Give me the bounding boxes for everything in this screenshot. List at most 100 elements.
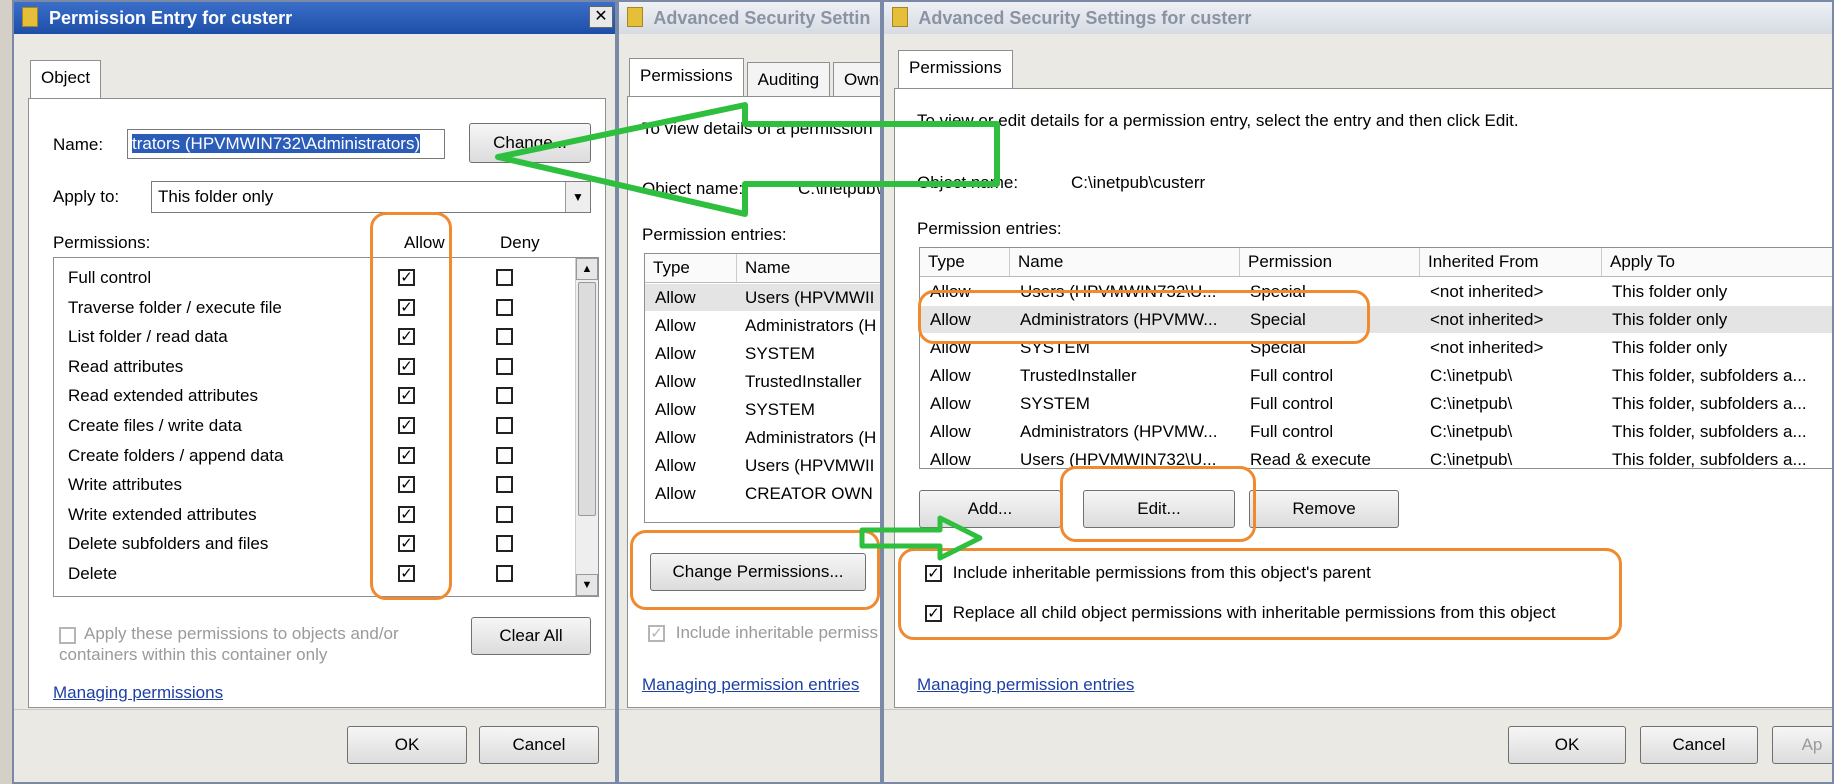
table-row[interactable]: Allow TrustedInstaller Full control C:\inet… — [920, 362, 1832, 389]
dialog2-footer — [619, 709, 880, 782]
col-type-header[interactable]: Type — [645, 254, 737, 282]
col-name-header[interactable]: Name — [737, 254, 880, 282]
entry-permission: Full control — [1250, 366, 1334, 385]
col-inherited-from-header[interactable]: Inherited From — [1420, 248, 1602, 276]
dialog3-object-name-label: Object name: — [917, 173, 1019, 192]
dialog2-object-name-label: Object name: — [642, 179, 744, 198]
table-row[interactable]: Allow Administrators (HPVMW... Full contro… — [920, 418, 1832, 445]
entry-name: TrustedInstaller — [1020, 366, 1137, 385]
permission-row[interactable]: Traverse folder / execute file ✓ — [54, 294, 598, 321]
col-name-header[interactable]: Name — [1010, 248, 1240, 276]
apply-to-select[interactable]: This folder only ▼ — [151, 181, 591, 213]
permission-row[interactable]: Delete subfolders and files ✓ — [54, 530, 598, 557]
permission-row[interactable]: Read attributes ✓ — [54, 353, 598, 380]
permission-label: Delete subfolders and files — [68, 534, 269, 554]
deny-checkbox[interactable] — [496, 505, 513, 523]
deny-checkbox[interactable] — [496, 535, 513, 553]
deny-checkbox[interactable] — [496, 565, 513, 582]
col-apply-to-header[interactable]: Apply To — [1602, 248, 1832, 276]
permission-row[interactable]: List folder / read data ✓ — [54, 323, 598, 350]
folder-icon — [627, 7, 643, 28]
ok-button[interactable]: OK — [347, 726, 467, 764]
change-button[interactable]: Change... — [469, 123, 591, 163]
permission-label: Full control — [68, 268, 152, 287]
add-button[interactable]: Add... — [919, 490, 1061, 528]
permissions-scrollbar[interactable]: ▲ ▼ — [575, 258, 598, 596]
col-permission-header[interactable]: Permission — [1240, 248, 1420, 276]
scroll-thumb[interactable] — [578, 282, 596, 516]
tab-auditing[interactable]: Auditing — [746, 62, 831, 97]
permission-row[interactable]: Create folders / append data ✓ — [54, 442, 598, 469]
entry-type: Allow — [655, 344, 696, 363]
deny-checkbox[interactable] — [496, 387, 513, 405]
dialog2-managing-permission-entries-link[interactable]: Managing permission entries — [642, 675, 859, 695]
scroll-up-icon[interactable]: ▲ — [576, 258, 598, 280]
entry-inherited-from: C:\inetpub\ — [1430, 366, 1513, 385]
deny-checkbox[interactable] — [496, 298, 513, 316]
entry-permission: Full control — [1250, 422, 1334, 441]
dialog2-info-text: To view details of a permission — [642, 119, 873, 138]
permission-row[interactable]: Delete ✓ — [54, 560, 598, 587]
dialog3-footer: OK Cancel Ap — [884, 709, 1832, 782]
deny-checkbox[interactable] — [496, 417, 513, 434]
name-field[interactable]: trators (HPVMWIN732\Administrators) — [127, 129, 445, 159]
managing-permission-entries-link[interactable]: Managing permission entries — [917, 675, 1134, 695]
permission-row[interactable]: Read extended attributes ✓ — [54, 382, 598, 409]
table-row[interactable]: Allow Administrators (H — [645, 312, 880, 339]
entry-type: Allow — [655, 316, 696, 335]
tab-object[interactable]: Object — [30, 60, 102, 101]
ok-button[interactable]: OK — [1508, 726, 1626, 764]
remove-button[interactable]: Remove — [1249, 490, 1399, 528]
col-type-header[interactable]: Type — [920, 248, 1010, 276]
entry-inherited-from: <not inherited> — [1430, 282, 1544, 301]
dialog2-titlebar[interactable]: Advanced Security Settin — [619, 2, 880, 34]
dropdown-arrow-icon[interactable]: ▼ — [565, 182, 590, 212]
permissions-list[interactable]: Full control ✓ Traverse folder / execute f… — [53, 257, 599, 597]
apply-button[interactable]: Ap — [1772, 726, 1832, 764]
deny-checkbox[interactable] — [496, 328, 513, 346]
table-row[interactable]: Allow CREATOR OWN — [645, 480, 880, 507]
table-row[interactable]: Allow SYSTEM — [645, 396, 880, 423]
dialog2-entries-label: Permission entries: — [642, 225, 787, 244]
folder-icon — [892, 7, 908, 28]
dialog2-permission-entries-list[interactable]: Type Name Allow Users (HPVMWII Allow Admini… — [644, 253, 880, 523]
table-row[interactable]: Allow Administrators (H — [645, 424, 880, 451]
dialog3-titlebar[interactable]: Advanced Security Settings for custerr — [884, 2, 1832, 34]
permission-row[interactable]: Write extended attributes ✓ — [54, 501, 598, 528]
scroll-down-icon[interactable]: ▼ — [576, 574, 598, 596]
clear-all-button[interactable]: Clear All — [471, 617, 591, 655]
table-row[interactable]: Allow Users (HPVMWII — [645, 284, 880, 311]
deny-checkbox[interactable] — [496, 446, 513, 464]
table-row[interactable]: Allow TrustedInstaller — [645, 368, 880, 395]
permission-label: Write attributes — [68, 475, 183, 495]
permission-label: Read extended attributes — [68, 386, 258, 406]
entry-name: Users (HPVMWII — [745, 288, 875, 307]
deny-checkbox[interactable] — [496, 476, 513, 494]
close-icon[interactable]: ✕ — [589, 6, 613, 28]
tab-permissions[interactable]: Permissions — [629, 58, 744, 99]
dialog1-title: Permission Entry for custerr — [49, 8, 293, 28]
entry-name: Administrators (H — [745, 316, 877, 335]
tab-permissions[interactable]: Permissions — [898, 50, 1013, 91]
permission-label: Traverse folder / execute file — [68, 297, 282, 317]
permission-row[interactable]: Create files / write data ✓ — [54, 412, 598, 439]
table-row[interactable]: Allow SYSTEM Full control C:\inetpub\ This f… — [920, 390, 1832, 417]
deny-checkbox[interactable] — [496, 269, 513, 286]
tab-owner[interactable]: Owner — [833, 62, 880, 97]
table-row[interactable]: Allow SYSTEM — [645, 340, 880, 367]
permission-row[interactable]: Full control ✓ — [54, 264, 598, 291]
entry-name: SYSTEM — [745, 400, 815, 419]
managing-permissions-link[interactable]: Managing permissions — [53, 683, 223, 703]
cancel-button[interactable]: Cancel — [1640, 726, 1758, 764]
permission-row[interactable]: Write attributes ✓ — [54, 471, 598, 498]
dialog2-title: Advanced Security Settin — [653, 8, 871, 28]
dialog3-permission-entries-list[interactable]: Type Name Permission Inherited From Appl… — [919, 247, 1832, 469]
entry-apply-to: This folder, subfolders a... — [1612, 450, 1807, 469]
entry-name: Administrators (H — [745, 428, 877, 447]
table-row[interactable]: Allow Users (HPVMWIN732\U... Read & execut… — [920, 446, 1832, 469]
dialog1-titlebar[interactable]: Permission Entry for custerr ✕ — [14, 2, 615, 34]
table-row[interactable]: Allow Users (HPVMWII — [645, 452, 880, 479]
deny-checkbox[interactable] — [496, 357, 513, 375]
cancel-button[interactable]: Cancel — [479, 726, 599, 764]
dialog2-tab-page: To view details of a permission Object n… — [627, 96, 880, 708]
